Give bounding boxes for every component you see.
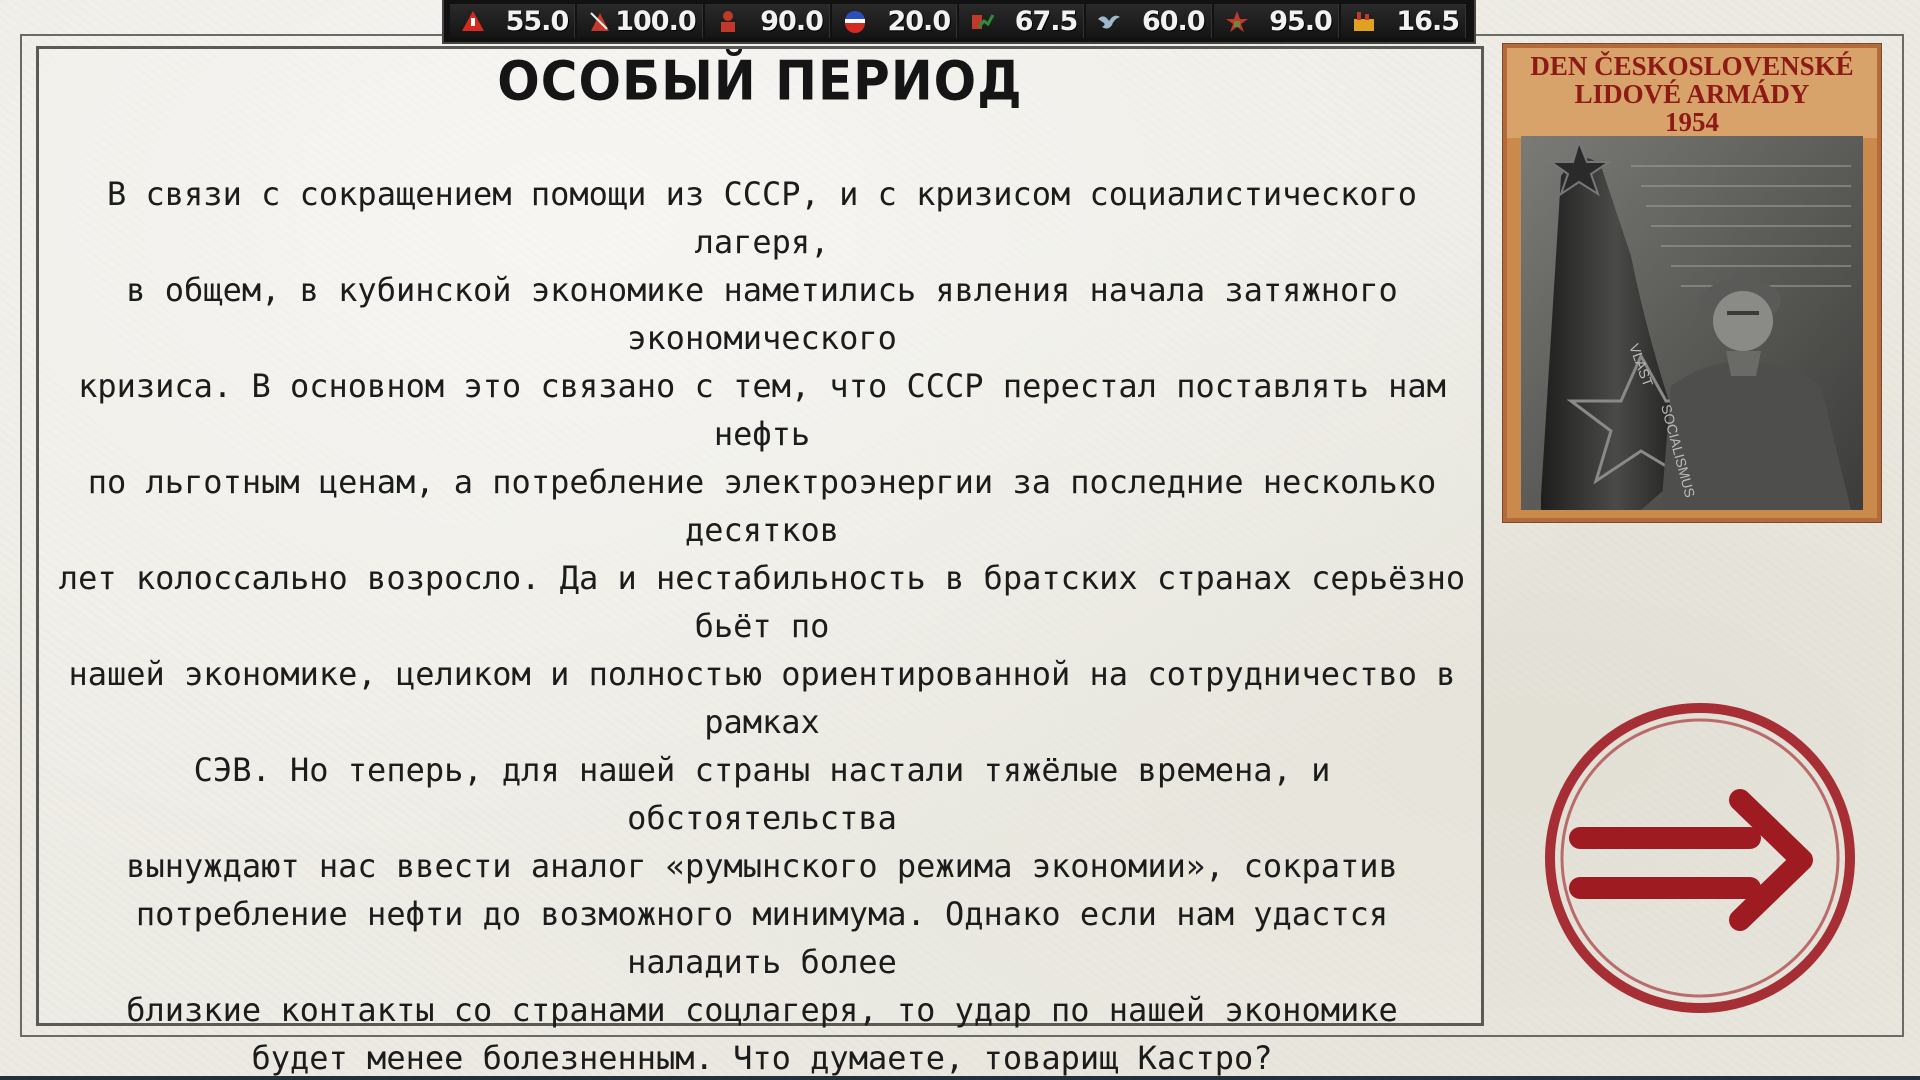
description-line: потребление нефти до возможного минимума… <box>135 895 1389 981</box>
description-line: В связи с сокращением помощи из СССР, и … <box>106 175 1418 261</box>
event-description: В связи с сокращением помощи из СССР, и … <box>52 170 1472 1080</box>
description-line: СЭВ. Но теперь, для нашей страны настали… <box>193 751 1331 837</box>
stat-industry[interactable]: 16.5 <box>1340 4 1467 38</box>
stat-war-support[interactable]: 100.0 <box>577 4 703 38</box>
stat-value: 60.0 <box>1141 5 1206 37</box>
soldier-with-banner-illustration: VLAST SOCIALISMUS <box>1521 136 1863 510</box>
stat-value: 20.0 <box>887 5 951 37</box>
description-line: нашей экономике, целиком и полностью ори… <box>68 655 1456 741</box>
description-line: будет менее болезненным. Что думаете, то… <box>251 1039 1273 1077</box>
stat-political-power[interactable]: 20.0 <box>831 4 958 38</box>
event-picture: DEN ČESKOSLOVENSKÉ LIDOVÉ ARMÁDY 1954 VL… <box>1503 44 1881 522</box>
description-line: близкие контакты со странами соцлагеря, … <box>126 991 1398 1029</box>
stability-icon <box>458 8 488 34</box>
description-line: в общем, в кубинской экономике наметилис… <box>126 271 1398 357</box>
stat-stability[interactable]: 55.0 <box>450 4 576 38</box>
bottom-strip <box>0 1076 1920 1080</box>
resource-top-bar: 55.0 100.0 90.0 20.0 67.5 60.0 95.0 16.5 <box>442 0 1476 44</box>
stat-manpower[interactable]: 90.0 <box>704 4 830 38</box>
event-screen: 55.0 100.0 90.0 20.0 67.5 60.0 95.0 16.5… <box>0 0 1920 1080</box>
stat-value: 16.5 <box>1396 5 1460 37</box>
economy-icon <box>967 8 997 34</box>
manpower-icon <box>713 8 743 34</box>
poster-caption-line: LIDOVÉ ARMÁDY <box>1574 79 1810 109</box>
arrow-right-icon <box>1545 703 1855 1013</box>
bird-icon <box>1094 8 1124 34</box>
stat-value: 95.0 <box>1269 5 1333 37</box>
stat-value: 67.5 <box>1014 5 1079 37</box>
poster-caption-line: 1954 <box>1665 107 1719 137</box>
description-line: лет колоссально возросло. Да и нестабиль… <box>58 559 1466 645</box>
industry-icon <box>1349 8 1379 34</box>
stat-army[interactable]: 95.0 <box>1213 4 1339 38</box>
army-icon <box>1222 8 1252 34</box>
stat-value: 100.0 <box>615 5 696 37</box>
stat-value: 55.0 <box>505 5 570 37</box>
stat-economy[interactable]: 67.5 <box>959 4 1085 38</box>
description-line: кризиса. В основном это связано с тем, ч… <box>78 367 1446 453</box>
war-support-icon <box>585 8 615 34</box>
stat-bird[interactable]: 60.0 <box>1086 4 1212 38</box>
political-power-icon <box>840 8 870 34</box>
poster-caption-line: DEN ČESKOSLOVENSKÉ <box>1530 51 1854 81</box>
event-title: ОСОБЫЙ ПЕРИОД <box>497 49 1023 113</box>
continue-button[interactable] <box>1540 698 1860 1018</box>
poster-caption: DEN ČESKOSLOVENSKÉ LIDOVÉ ARMÁDY 1954 <box>1507 48 1877 138</box>
description-line: вынуждают нас ввести аналог «румынского … <box>126 847 1398 885</box>
stat-value: 90.0 <box>760 5 824 37</box>
description-line: по льготным ценам, а потребление электро… <box>87 463 1437 549</box>
